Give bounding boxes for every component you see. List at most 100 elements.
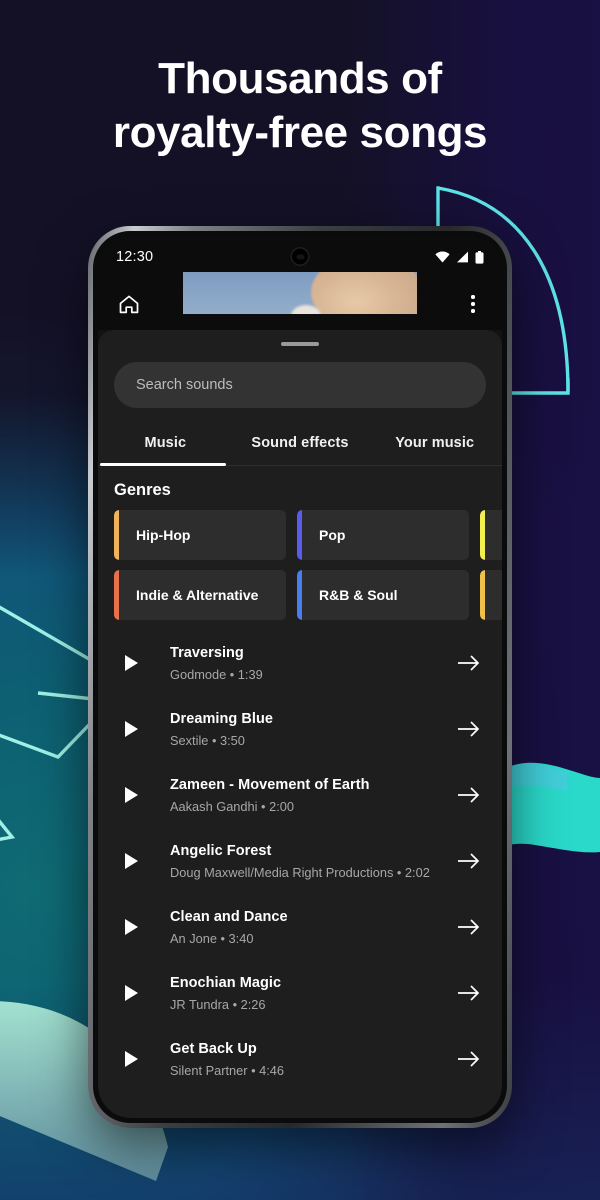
- play-button[interactable]: [114, 721, 148, 737]
- genre-chip-label: Hip-Hop: [136, 527, 191, 543]
- play-icon: [124, 655, 138, 671]
- arrow-right-icon: [458, 919, 480, 935]
- song-select-button[interactable]: [454, 654, 484, 672]
- cloud-shape-large: [311, 272, 417, 314]
- video-preview-thumbnail[interactable]: [183, 272, 417, 314]
- tab-music[interactable]: Music: [98, 422, 233, 465]
- song-title: Get Back Up: [170, 1040, 257, 1057]
- cellular-signal-icon: [457, 251, 468, 263]
- promo-headline: Thousands of royalty-free songs: [0, 52, 600, 159]
- arrow-right-icon: [458, 853, 480, 869]
- genres-section-title: Genres: [114, 481, 171, 499]
- play-button[interactable]: [114, 655, 148, 671]
- genre-chip-row: Hip-Hop Pop Da: [98, 510, 502, 560]
- play-icon: [124, 721, 138, 737]
- arrow-right-icon: [458, 787, 480, 803]
- song-list-item[interactable]: Traversing Godmode • 1:39: [98, 630, 502, 696]
- arrow-right-icon: [458, 721, 480, 737]
- song-title: Traversing: [170, 644, 244, 661]
- play-icon: [124, 787, 138, 803]
- song-list-item[interactable]: Get Back Up Silent Partner • 4:46: [98, 1026, 502, 1092]
- genre-chip-hip-hop[interactable]: Hip-Hop: [114, 510, 286, 560]
- play-button[interactable]: [114, 919, 148, 935]
- battery-icon: [475, 250, 484, 264]
- play-icon: [124, 1051, 138, 1067]
- song-meta: Clean and Dance An Jone • 3:40: [148, 909, 454, 946]
- front-camera-cutout: [290, 247, 310, 266]
- headline-line-1: Thousands of: [158, 54, 442, 103]
- genre-chip-folk[interactable]: Fo: [480, 570, 502, 620]
- play-icon: [124, 853, 138, 869]
- song-subtitle: JR Tundra • 2:26: [170, 996, 266, 1012]
- song-title: Dreaming Blue: [170, 710, 273, 727]
- phone-bezel: 12:30 Search sounds Music Sound effects …: [93, 231, 507, 1123]
- tab-bar: Music Sound effects Your music: [98, 422, 502, 466]
- more-vertical-icon-dot: [471, 295, 475, 299]
- search-bar[interactable]: [114, 362, 486, 408]
- arrow-right-icon: [458, 655, 480, 671]
- song-list-item[interactable]: Enochian Magic JR Tundra • 2:26: [98, 960, 502, 1026]
- home-button[interactable]: [116, 291, 142, 317]
- genre-chip-label: Indie & Alternative: [136, 587, 259, 603]
- song-list-item[interactable]: Clean and Dance An Jone • 3:40: [98, 894, 502, 960]
- song-select-button[interactable]: [454, 984, 484, 1002]
- overflow-menu-button[interactable]: [462, 291, 484, 317]
- song-title: Enochian Magic: [170, 974, 282, 991]
- song-meta: Enochian Magic JR Tundra • 2:26: [148, 975, 454, 1012]
- promo-screenshot: Thousands of royalty-free songs 12:30 Se…: [0, 0, 600, 1200]
- song-title: Zameen - Movement of Earth: [170, 776, 370, 793]
- song-title: Angelic Forest: [170, 842, 272, 859]
- search-input[interactable]: [136, 377, 464, 393]
- song-list-item[interactable]: Angelic Forest Doug Maxwell/Media Right …: [98, 828, 502, 894]
- tab-your-music[interactable]: Your music: [367, 422, 502, 465]
- genre-chip-indie-alternative[interactable]: Indie & Alternative: [114, 570, 286, 620]
- song-select-button[interactable]: [454, 918, 484, 936]
- song-select-button[interactable]: [454, 852, 484, 870]
- app-top-bar: [98, 272, 502, 330]
- song-select-button[interactable]: [454, 720, 484, 738]
- sheet-drag-handle[interactable]: [281, 342, 319, 346]
- genre-chip-rnb-soul[interactable]: R&B & Soul: [297, 570, 469, 620]
- genre-chip-row: Indie & Alternative R&B & Soul Fo: [98, 570, 502, 620]
- genre-chip-dance[interactable]: Da: [480, 510, 502, 560]
- song-meta: Get Back Up Silent Partner • 4:46: [148, 1041, 454, 1078]
- headline-line-2: royalty-free songs: [112, 107, 488, 157]
- song-meta: Zameen - Movement of Earth Aakash Gandhi…: [148, 777, 454, 814]
- home-icon: [119, 295, 139, 313]
- wifi-icon: [435, 251, 450, 263]
- phone-mockup: 12:30 Search sounds Music Sound effects …: [88, 226, 512, 1128]
- arrow-right-icon: [458, 985, 480, 1001]
- song-meta: Angelic Forest Doug Maxwell/Media Right …: [148, 843, 454, 880]
- song-subtitle: Doug Maxwell/Media Right Productions • 2…: [170, 864, 430, 880]
- song-title: Clean and Dance: [170, 908, 288, 925]
- play-icon: [124, 919, 138, 935]
- arrow-right-icon: [458, 1051, 480, 1067]
- tab-sound-effects[interactable]: Sound effects: [233, 422, 368, 465]
- song-subtitle: An Jone • 3:40: [170, 930, 254, 946]
- song-meta: Traversing Godmode • 1:39: [148, 645, 454, 682]
- more-vertical-icon-dot: [471, 309, 475, 313]
- play-button[interactable]: [114, 1051, 148, 1067]
- play-button[interactable]: [114, 787, 148, 803]
- more-vertical-icon-dot: [471, 302, 475, 306]
- genre-chip-label: R&B & Soul: [319, 587, 398, 603]
- play-icon: [124, 985, 138, 1001]
- song-subtitle: Aakash Gandhi • 2:00: [170, 798, 295, 814]
- song-list: Traversing Godmode • 1:39 Dreaming Blue …: [98, 630, 502, 1092]
- sound-picker-sheet: Music Sound effects Your music Genres Hi…: [98, 330, 502, 1118]
- song-select-button[interactable]: [454, 1050, 484, 1068]
- play-button[interactable]: [114, 853, 148, 869]
- play-button[interactable]: [114, 985, 148, 1001]
- song-list-item[interactable]: Dreaming Blue Sextile • 3:50: [98, 696, 502, 762]
- genre-chip-label: Pop: [319, 527, 346, 543]
- song-subtitle: Sextile • 3:50: [170, 732, 245, 748]
- genre-chip-pop[interactable]: Pop: [297, 510, 469, 560]
- phone-screen: 12:30 Search sounds Music Sound effects …: [98, 236, 502, 1118]
- status-bar-icons: [435, 250, 484, 264]
- song-subtitle: Silent Partner • 4:46: [170, 1062, 285, 1078]
- song-list-item[interactable]: Zameen - Movement of Earth Aakash Gandhi…: [98, 762, 502, 828]
- song-subtitle: Godmode • 1:39: [170, 666, 263, 682]
- song-meta: Dreaming Blue Sextile • 3:50: [148, 711, 454, 748]
- status-bar-time: 12:30: [116, 249, 154, 265]
- song-select-button[interactable]: [454, 786, 484, 804]
